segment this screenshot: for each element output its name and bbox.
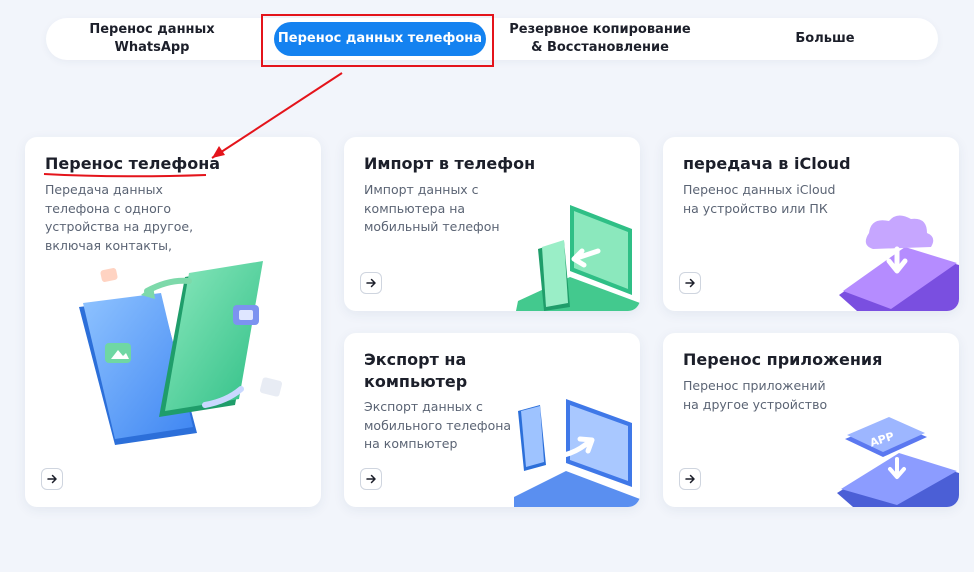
card-title: Перенос приложения bbox=[683, 350, 883, 369]
tab-more[interactable]: Больше bbox=[740, 18, 910, 60]
card-description: Импорт данных с компьютера на мобильный … bbox=[364, 182, 500, 234]
card-title: Импорт в телефон bbox=[364, 154, 536, 173]
go-button[interactable] bbox=[360, 468, 382, 490]
card-title: Экспорт на компьютер bbox=[364, 350, 468, 391]
annotation-highlight-box bbox=[261, 14, 494, 67]
arrow-right-icon bbox=[685, 474, 695, 484]
icloud-illustration bbox=[839, 215, 959, 311]
card-description: Экспорт данных с мобильного телефона на … bbox=[364, 399, 512, 451]
card-description: Передача данных телефона с одного устрой… bbox=[45, 182, 194, 253]
card-description: Перенос приложений на другое устройство bbox=[683, 378, 828, 412]
card-icloud-transfer[interactable]: передача в iCloud Перенос данных iCloud … bbox=[663, 137, 959, 311]
tab-backup-label-line2: & Восстановление bbox=[531, 40, 669, 55]
arrow-right-icon bbox=[47, 474, 57, 484]
tab-backup-restore[interactable]: Резервное копирование & Восстановление bbox=[496, 18, 704, 60]
phone-transfer-illustration bbox=[79, 261, 283, 445]
export-illustration bbox=[514, 399, 640, 507]
go-button[interactable] bbox=[360, 272, 382, 294]
arrow-right-icon bbox=[366, 278, 376, 288]
card-import-to-phone[interactable]: Импорт в телефон Импорт данных с компьют… bbox=[344, 137, 640, 311]
card-app-transfer[interactable]: Перенос приложения Перенос приложений на… bbox=[663, 333, 959, 507]
import-illustration bbox=[516, 205, 640, 311]
arrow-right-icon bbox=[366, 474, 376, 484]
arrow-right-icon bbox=[685, 278, 695, 288]
app-transfer-illustration: APP bbox=[837, 417, 959, 507]
card-phone-transfer[interactable]: Перенос телефона Передача данных телефон… bbox=[25, 137, 321, 507]
tab-whatsapp-transfer[interactable]: Перенос данных WhatsApp bbox=[54, 18, 250, 60]
go-button[interactable] bbox=[679, 468, 701, 490]
go-button[interactable] bbox=[679, 272, 701, 294]
card-export-to-computer[interactable]: Экспорт на компьютер Экспорт данных с мо… bbox=[344, 333, 640, 507]
card-title: передача в iCloud bbox=[683, 154, 851, 173]
go-button[interactable] bbox=[41, 468, 63, 490]
card-description: Перенос данных iCloud на устройство или … bbox=[683, 182, 836, 216]
card-title: Перенос телефона bbox=[45, 154, 221, 173]
tab-backup-label-line1: Резервное копирование bbox=[509, 22, 691, 37]
